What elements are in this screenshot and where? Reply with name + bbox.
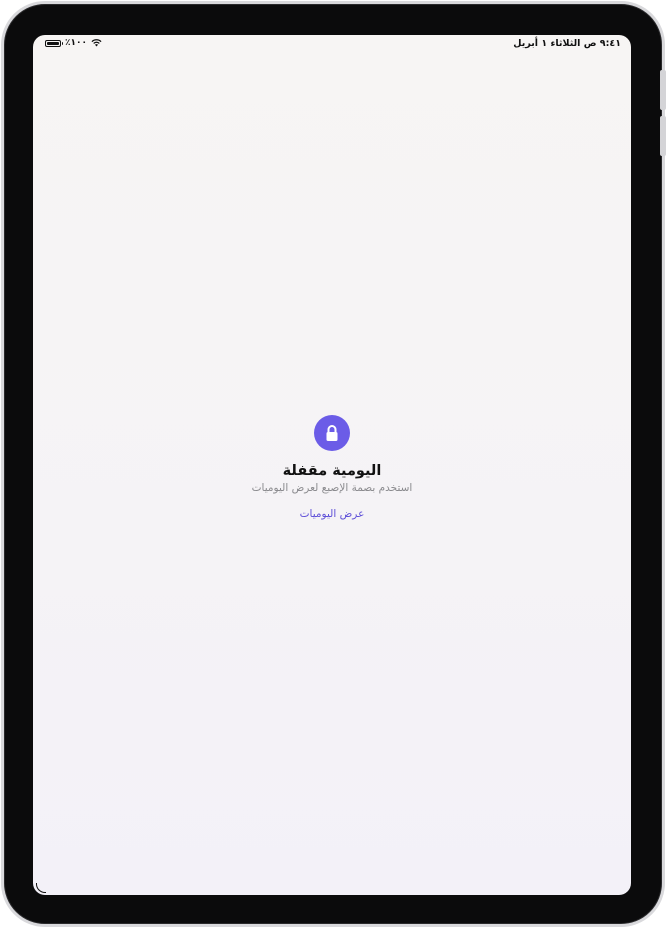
volume-up-button (660, 70, 666, 110)
screen: ٪١٠٠ ٩:٤١ ص الثلاثاء ١ أبريل اليومية مقف… (33, 35, 631, 895)
status-time-date: ٩:٤١ ص الثلاثاء ١ أبريل (513, 38, 621, 49)
battery-level-fill (47, 41, 59, 45)
locked-title: اليومية مقفلة (282, 463, 382, 479)
status-indicators: ٪١٠٠ (45, 38, 102, 48)
battery-icon (45, 39, 63, 47)
wifi-icon (91, 39, 102, 47)
corner-indicator (36, 883, 46, 893)
view-journals-button[interactable]: عرض اليوميات (300, 508, 365, 520)
locked-journal-panel: اليومية مقفلة استخدم بصمة الإصبع لعرض ال… (33, 415, 631, 521)
locked-subtitle: استخدم بصمة الإصبع لعرض اليوميات (251, 482, 413, 494)
battery-percent: ٪١٠٠ (65, 38, 87, 48)
volume-down-button (660, 116, 666, 156)
lock-badge (314, 415, 350, 451)
status-bar: ٪١٠٠ ٩:٤١ ص الثلاثاء ١ أبريل (33, 35, 631, 53)
lock-icon (326, 425, 338, 441)
